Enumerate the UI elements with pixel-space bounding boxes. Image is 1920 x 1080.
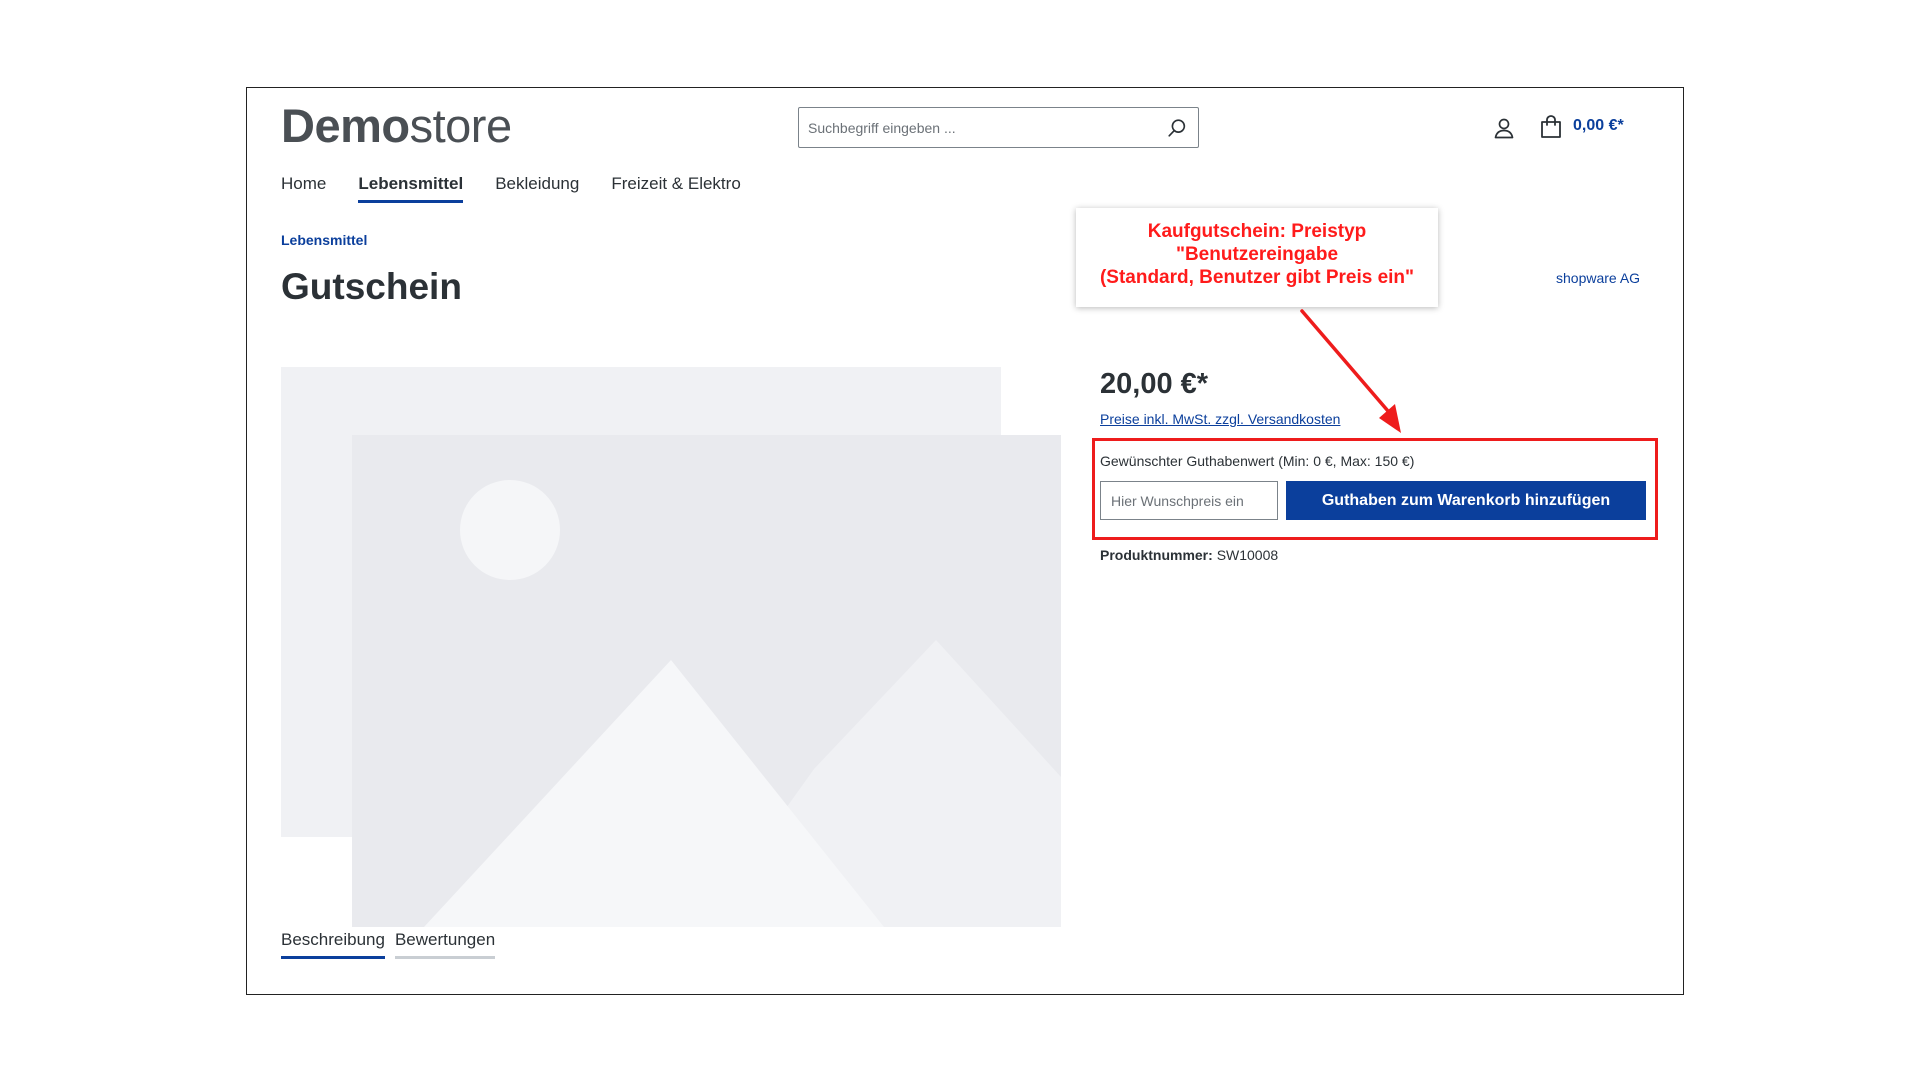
product-number-label: Produktnummer: bbox=[1100, 547, 1213, 563]
main-navigation: Home Lebensmittel Bekleidung Freizeit & … bbox=[281, 174, 773, 203]
search-icon[interactable] bbox=[1166, 117, 1188, 139]
annotation-line-1: Kaufgutschein: Preistyp bbox=[1147, 221, 1367, 242]
account-icon[interactable] bbox=[1492, 116, 1516, 140]
breadcrumb[interactable]: Lebensmittel bbox=[281, 232, 367, 248]
annotation-line-3: (Standard, Benutzer gibt Preis ein" bbox=[1099, 267, 1415, 288]
cart-total[interactable]: 0,00 €* bbox=[1573, 117, 1624, 135]
tab-bewertungen[interactable]: Bewertungen bbox=[394, 930, 496, 959]
nav-item-home[interactable]: Home bbox=[281, 174, 326, 203]
logo-light-text: store bbox=[409, 99, 513, 152]
logo-bold-text: Demo bbox=[281, 99, 410, 152]
tab-beschreibung[interactable]: Beschreibung bbox=[281, 930, 385, 959]
annotation-callout: Kaufgutschein: Preistyp "Benutzereingabe… bbox=[1076, 208, 1438, 307]
product-image-placeholder[interactable] bbox=[281, 367, 1061, 927]
product-price: 20,00 €* bbox=[1100, 368, 1209, 400]
nav-item-bekleidung[interactable]: Bekleidung bbox=[495, 174, 579, 203]
product-number: Produktnummer: SW10008 bbox=[1100, 547, 1278, 563]
store-logo[interactable]: Demostore bbox=[281, 100, 512, 152]
cart-icon[interactable] bbox=[1538, 114, 1564, 140]
browser-page: Demostore 0,00 €* Home Lebensmittel Bekl… bbox=[246, 87, 1684, 995]
manufacturer-link[interactable]: shopware AG bbox=[1556, 270, 1640, 286]
nav-item-freizeit-elektro[interactable]: Freizeit & Elektro bbox=[611, 174, 740, 203]
product-title: Gutschein bbox=[281, 266, 462, 307]
search-box bbox=[798, 107, 1199, 148]
product-tabs: Beschreibung Bewertungen bbox=[281, 930, 505, 959]
search-input[interactable] bbox=[799, 108, 1148, 147]
nav-item-lebensmittel[interactable]: Lebensmittel bbox=[358, 174, 464, 203]
annotation-line-2: "Benutzereingabe bbox=[1175, 244, 1339, 265]
annotation-highlight-box bbox=[1092, 438, 1658, 540]
product-number-value: SW10008 bbox=[1216, 547, 1279, 563]
tax-shipping-link[interactable]: Preise inkl. MwSt. zzgl. Versandkosten bbox=[1100, 411, 1340, 427]
